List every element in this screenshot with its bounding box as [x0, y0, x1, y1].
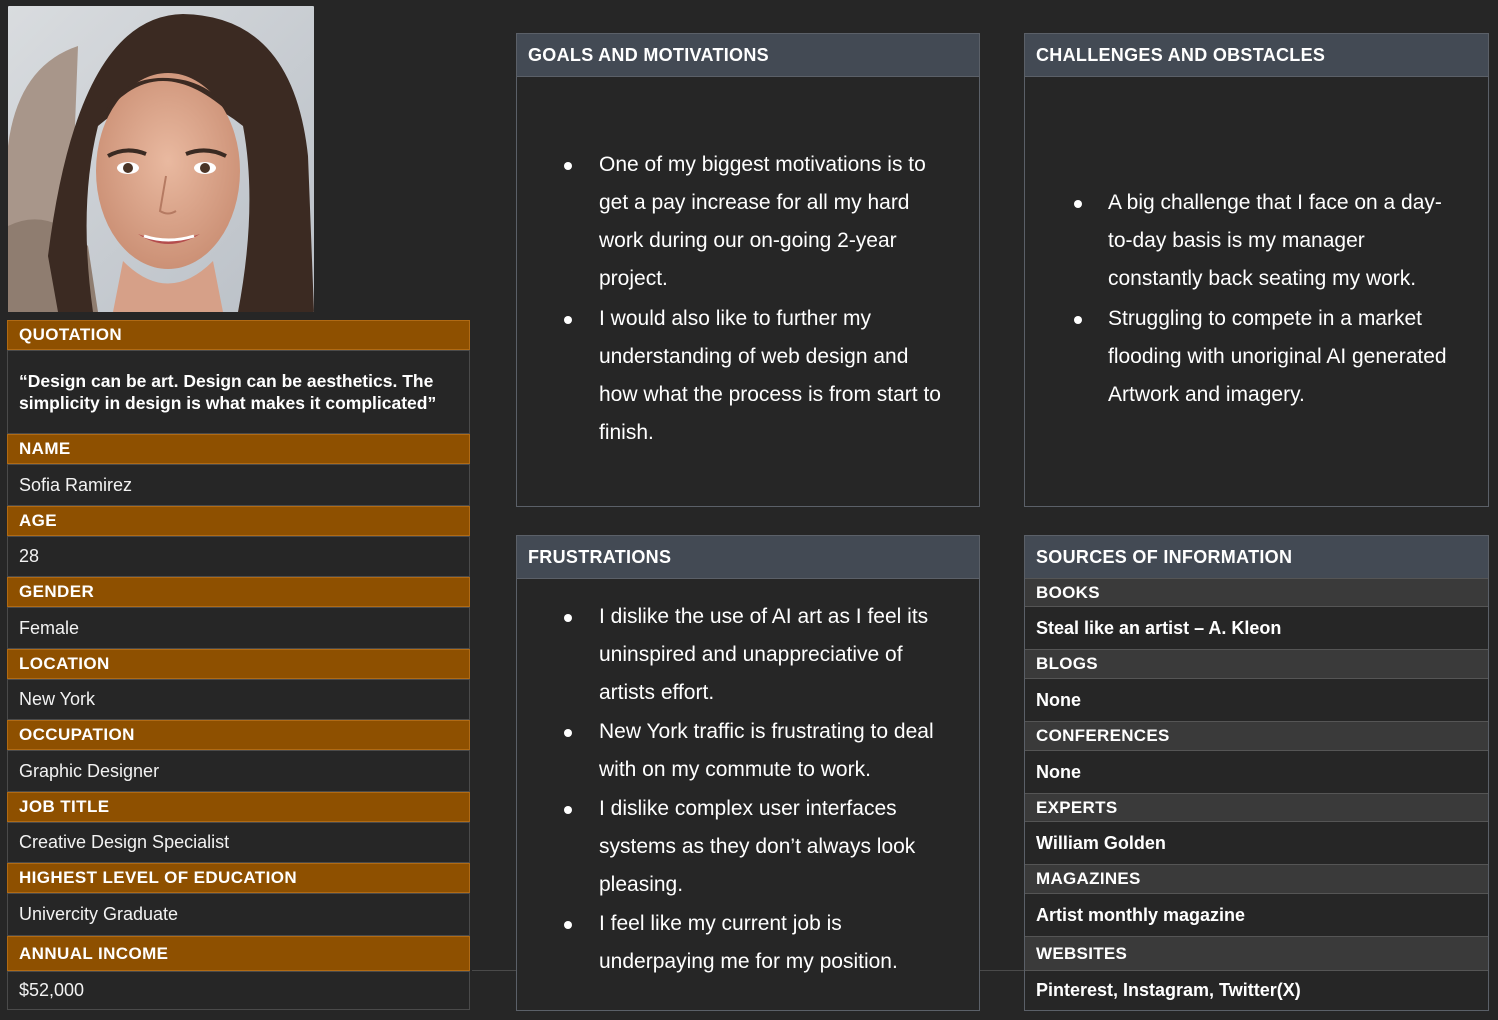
sources-title: SOURCES OF INFORMATION — [1025, 536, 1488, 579]
bullet-icon — [564, 162, 572, 170]
job-title-label: JOB TITLE — [7, 792, 470, 822]
magazines-label: MAGAZINES — [1025, 864, 1488, 894]
bullet-icon — [564, 921, 572, 929]
bullet-icon — [1074, 200, 1082, 208]
bullet-icon — [564, 729, 572, 737]
books-label: BOOKS — [1025, 578, 1488, 607]
education-label: HIGHEST LEVEL OF EDUCATION — [7, 863, 470, 893]
goals-list: One of my biggest motivations is to get a… — [517, 146, 979, 452]
list-item: I feel like my current job is underpaying… — [517, 905, 979, 981]
age-label: AGE — [7, 506, 470, 536]
quotation-text: “Design can be art. Design can be aesthe… — [7, 350, 470, 434]
challenges-list: A big challenge that I face on a day-to-… — [1025, 184, 1488, 414]
occupation-label: OCCUPATION — [7, 720, 470, 750]
frustrations-panel: FRUSTRATIONS I dislike the use of AI art… — [516, 535, 980, 1011]
websites-label: WEBSITES — [1025, 936, 1488, 971]
divider-line — [472, 970, 516, 971]
bullet-icon — [564, 614, 572, 622]
frustrations-list: I dislike the use of AI art as I feel it… — [517, 598, 979, 981]
education-value: Univercity Graduate — [7, 893, 470, 936]
blogs-label: BLOGS — [1025, 649, 1488, 679]
experts-label: EXPERTS — [1025, 793, 1488, 822]
location-value: New York — [7, 679, 470, 720]
persona-photo — [8, 6, 314, 312]
conferences-value: None — [1025, 751, 1488, 793]
name-value: Sofia Ramirez — [7, 464, 470, 506]
list-item: One of my biggest motivations is to get a… — [517, 146, 979, 298]
list-item: I dislike the use of AI art as I feel it… — [517, 598, 979, 712]
divider-line — [980, 970, 1024, 971]
bullet-icon — [564, 806, 572, 814]
list-item: New York traffic is frustrating to deal w… — [517, 713, 979, 789]
frustrations-title: FRUSTRATIONS — [517, 536, 979, 579]
bullet-icon — [564, 316, 572, 324]
occupation-value: Graphic Designer — [7, 750, 470, 792]
gender-value: Female — [7, 607, 470, 649]
conferences-label: CONFERENCES — [1025, 721, 1488, 751]
list-item: Struggling to compete in a market floodin… — [1025, 300, 1488, 414]
gender-label: GENDER — [7, 577, 470, 607]
blogs-value: None — [1025, 679, 1488, 721]
income-label: ANNUAL INCOME — [7, 936, 470, 971]
income-value: $52,000 — [7, 971, 470, 1010]
age-value: 28 — [7, 536, 470, 577]
sources-panel: SOURCES OF INFORMATION BOOKS Steal like … — [1024, 535, 1489, 1011]
portrait-image — [8, 6, 314, 312]
magazines-value: Artist monthly magazine — [1025, 894, 1488, 936]
job-title-value: Creative Design Specialist — [7, 822, 470, 863]
bullet-icon — [1074, 316, 1082, 324]
books-value: Steal like an artist – A. Kleon — [1025, 607, 1488, 649]
experts-value: William Golden — [1025, 822, 1488, 864]
location-label: LOCATION — [7, 649, 470, 679]
challenges-panel: CHALLENGES AND OBSTACLES A big challenge… — [1024, 33, 1489, 507]
goals-panel: GOALS AND MOTIVATIONS One of my biggest … — [516, 33, 980, 507]
challenges-title: CHALLENGES AND OBSTACLES — [1025, 34, 1488, 77]
goals-title: GOALS AND MOTIVATIONS — [517, 34, 979, 77]
list-item: A big challenge that I face on a day-to-… — [1025, 184, 1488, 298]
list-item: I would also like to further my understan… — [517, 300, 979, 452]
quotation-label: QUOTATION — [7, 320, 470, 350]
websites-value: Pinterest, Instagram, Twitter(X) — [1025, 971, 1488, 1010]
name-label: NAME — [7, 434, 470, 464]
list-item: I dislike complex user interfaces systems… — [517, 790, 979, 904]
